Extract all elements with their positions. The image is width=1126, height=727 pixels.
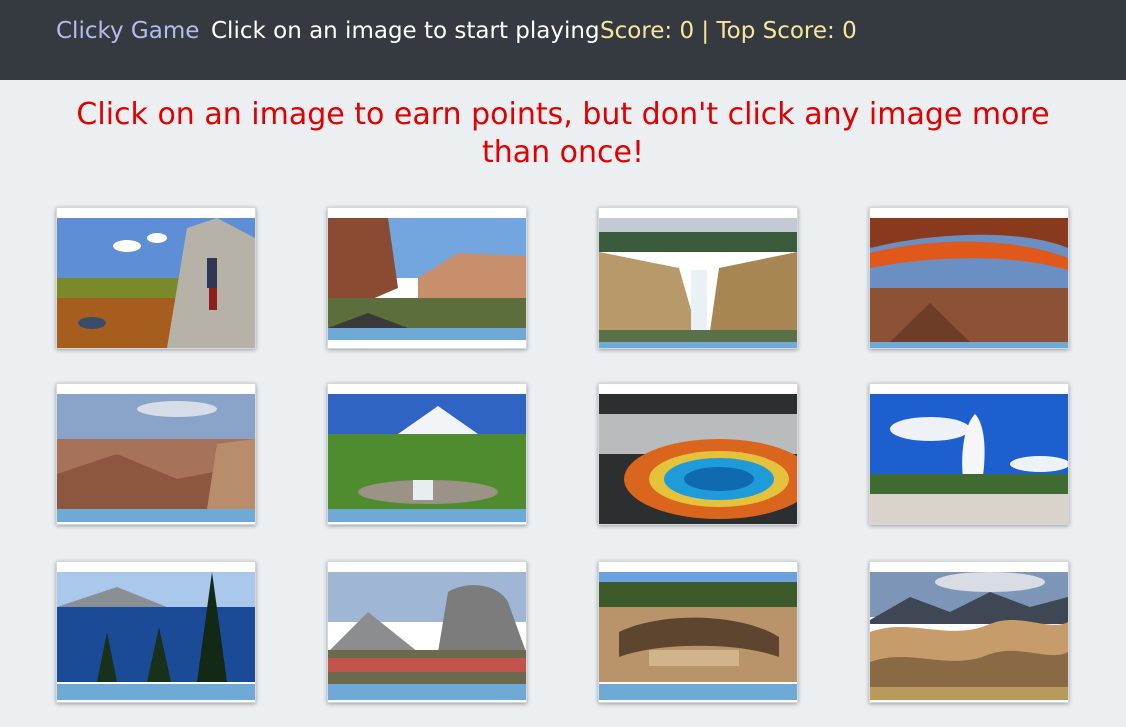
image-card-8[interactable] <box>869 383 1069 525</box>
instructions-heading: Click on an image to earn points, but do… <box>76 97 1050 170</box>
image-card-7[interactable] <box>598 383 798 525</box>
cliff-dwelling-image <box>599 562 797 700</box>
image-card-12[interactable] <box>869 561 1069 703</box>
mesa-arch-image <box>870 208 1068 348</box>
grand-canyon-image <box>57 384 255 522</box>
canyon-road-image <box>328 208 526 340</box>
score-display: Score: 0 | Top Score: 0 <box>600 18 857 44</box>
navbar: Clicky Game Click on an image to start p… <box>0 0 1126 80</box>
geyser-image <box>870 384 1068 524</box>
image-card-2[interactable] <box>327 207 527 349</box>
brand-link[interactable]: Clicky Game <box>56 18 199 44</box>
image-card-11[interactable] <box>598 561 798 703</box>
prismatic-spring-image <box>599 384 797 524</box>
hiker-autumn-image <box>57 208 255 348</box>
image-card-6[interactable] <box>327 383 527 525</box>
image-card-3[interactable] <box>598 207 798 349</box>
image-card-5[interactable] <box>56 383 256 525</box>
mountain-stream-image <box>328 384 526 522</box>
sand-dunes-image <box>870 562 1068 700</box>
half-dome-image <box>328 562 526 700</box>
image-card-10[interactable] <box>327 561 527 703</box>
game-status-message: Click on an image to start playing <box>211 18 600 44</box>
image-card-1[interactable] <box>56 207 256 349</box>
image-card-4[interactable] <box>869 207 1069 349</box>
crater-lake-image <box>57 562 255 700</box>
waterfall-canyon-image <box>599 208 797 348</box>
image-card-9[interactable] <box>56 561 256 703</box>
